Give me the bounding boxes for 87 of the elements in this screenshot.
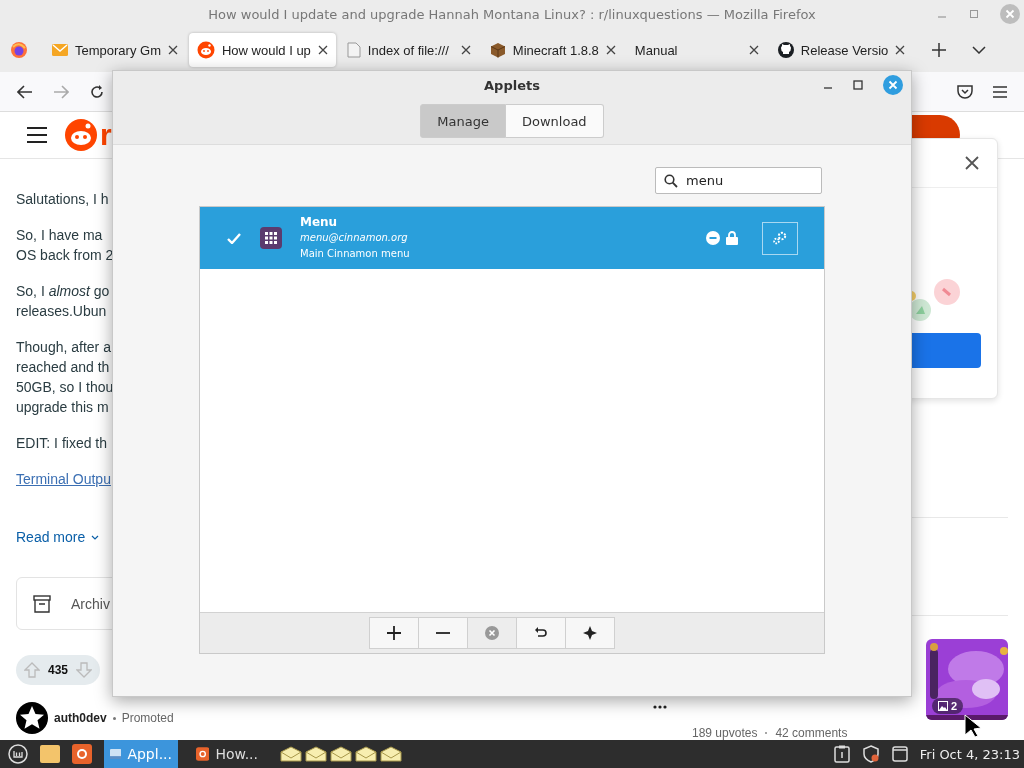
new-tab-icon[interactable]	[932, 43, 947, 57]
comment-count: 42 comments	[775, 726, 848, 740]
spark-button[interactable]	[564, 617, 615, 649]
envelope-icon[interactable]	[305, 746, 327, 762]
browser-tab[interactable]: Temporary Gm	[44, 33, 186, 67]
browser-tab[interactable]: Index of file:///	[338, 33, 479, 67]
envelope-icon[interactable]	[380, 746, 402, 762]
image-icon	[938, 701, 948, 711]
cursor-icon	[964, 714, 982, 738]
close-icon[interactable]	[895, 45, 906, 55]
back-icon[interactable]	[17, 84, 33, 99]
envelope-icon[interactable]	[280, 746, 302, 762]
close-icon[interactable]	[460, 45, 471, 55]
block-icon	[489, 42, 506, 58]
close-icon[interactable]	[748, 45, 759, 55]
plus-icon	[386, 626, 401, 640]
reddit-logo-icon[interactable]	[64, 118, 98, 152]
body-text: So, I have ma	[16, 226, 104, 245]
body-text: OS back from 2	[16, 246, 112, 265]
terminal-output-link[interactable]: Terminal Outpu	[16, 469, 112, 489]
cat-silhouette-icon	[777, 42, 794, 58]
minus-circle-icon	[706, 231, 720, 245]
firefox-icon	[196, 746, 210, 762]
maximize-icon[interactable]	[853, 80, 863, 90]
sparkle-icon	[582, 626, 597, 640]
add-button[interactable]	[368, 617, 419, 649]
body-text: 50GB, so I thou	[16, 378, 112, 397]
upvote-count: 189 upvotes	[692, 726, 758, 740]
more-options-icon[interactable]	[653, 705, 667, 709]
menu-icon[interactable]	[27, 127, 47, 143]
document-icon	[346, 42, 361, 58]
close-icon[interactable]	[965, 156, 979, 170]
read-more-link[interactable]: Read more	[16, 527, 112, 547]
body-text: releases.Ubun	[16, 302, 108, 321]
close-icon[interactable]	[167, 45, 178, 55]
applet-description: Main Cinnamon menu	[300, 247, 411, 261]
search-icon	[664, 174, 678, 188]
taskbar-button[interactable]: How...	[190, 740, 264, 768]
envelope-icon[interactable]	[355, 746, 377, 762]
window-icon	[110, 747, 122, 761]
body-text: upgrade this m	[16, 398, 110, 417]
clear-icon	[484, 626, 499, 640]
chevron-down-icon[interactable]	[972, 46, 987, 54]
minus-icon	[435, 632, 450, 634]
window-icon[interactable]	[891, 746, 908, 762]
image-count: 2	[951, 700, 958, 712]
checkmark-icon	[227, 232, 241, 244]
gears-icon	[772, 231, 788, 245]
browser-tab[interactable]: Release Versio	[769, 33, 914, 67]
firefox-icon[interactable]	[10, 41, 28, 59]
close-icon[interactable]	[605, 45, 616, 55]
dialog-tab[interactable]: Download	[506, 104, 604, 138]
window-title: How would I update and upgrade Hannah Montana Linux? : r/linuxquestions — Mozilla Firefox	[208, 6, 816, 22]
promoted-label: Promoted	[121, 711, 174, 725]
firefox-icon[interactable]	[72, 744, 92, 764]
browser-tab[interactable]: Manual	[626, 33, 767, 67]
grid-icon	[260, 227, 282, 249]
applet-uuid: menu@cinnamon.org	[300, 231, 409, 245]
author-name[interactable]: auth0dev	[54, 711, 107, 725]
close-icon[interactable]	[317, 45, 328, 55]
undo-button[interactable]	[515, 617, 566, 649]
clock[interactable]: Fri Oct 4, 23:13	[919, 746, 1020, 762]
browser-tab[interactable]: Minecraft 1.8.8	[481, 33, 624, 67]
body-text: Salutations, I h	[16, 190, 110, 209]
archive-box-icon	[33, 594, 51, 613]
mint-logo-icon[interactable]	[8, 744, 28, 764]
undo-icon	[534, 627, 547, 639]
vote-count: 435	[48, 663, 68, 677]
pocket-icon[interactable]	[957, 84, 973, 99]
envelope-icon[interactable]	[330, 746, 352, 762]
dialog-title: Applets	[484, 77, 540, 93]
body-text: So, I almost go	[16, 282, 111, 301]
star-avatar-icon	[16, 702, 48, 734]
search-field[interactable]: menu	[655, 167, 822, 194]
archive-label: Archiv	[71, 595, 110, 612]
applet-name: Menu	[300, 214, 339, 230]
browser-tab[interactable]: How would I up	[188, 33, 336, 67]
body-text: Though, after a	[16, 338, 112, 357]
chevron-down-icon	[91, 534, 100, 540]
reload-icon[interactable]	[89, 83, 105, 100]
shield-icon[interactable]	[861, 745, 880, 763]
clipboard-icon[interactable]	[833, 745, 850, 763]
body-text: EDIT: I fixed th	[16, 434, 109, 453]
body-text: reached and th	[16, 358, 111, 377]
reddit-icon	[196, 41, 215, 59]
dialog-tab[interactable]: Manage	[420, 104, 506, 138]
envelope-icon	[52, 43, 68, 57]
